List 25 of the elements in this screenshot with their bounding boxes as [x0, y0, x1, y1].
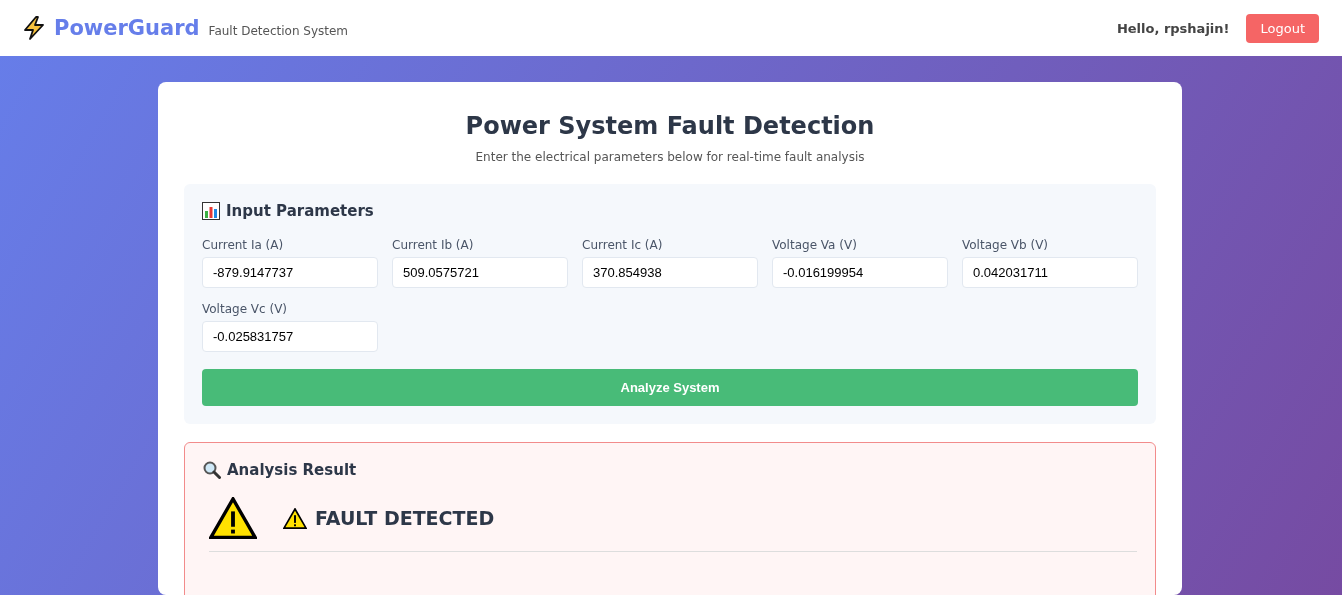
field-label: Voltage Vc (V): [202, 302, 289, 316]
input-field[interactable]: -0.016199954: [772, 257, 948, 288]
bar-chart-icon: [202, 202, 220, 220]
field-label: Voltage Vb (V): [962, 238, 1050, 252]
field-label: Current Ib (A): [392, 238, 475, 252]
large-warning-icon: [209, 497, 257, 540]
brand-tagline: Fault Detection System: [208, 24, 349, 38]
page-subtitle: Enter the electrical parameters below for real-time fault analysis: [474, 150, 866, 164]
brand-name: PowerGuard: [54, 16, 200, 40]
warning-icon: [283, 507, 307, 529]
user-greeting: Hello, rpshajin!: [1116, 20, 1230, 36]
page-title: Power System Fault Detection: [464, 112, 876, 140]
field-label: Voltage Va (V): [772, 238, 858, 252]
search-icon: [203, 461, 221, 479]
input-field[interactable]: -879.9147737: [202, 257, 378, 288]
field-label: Current Ic (A): [582, 238, 664, 252]
result-status: FAULT DETECTED: [315, 507, 495, 530]
input-field[interactable]: -0.025831757: [202, 321, 378, 352]
input-field[interactable]: 370.854938: [582, 257, 758, 288]
field-label: Current Ia (A): [202, 238, 285, 252]
result-title: Analysis Result: [227, 461, 357, 479]
panel-title: Input Parameters: [226, 202, 374, 220]
lightning-icon: [22, 16, 46, 40]
input-field[interactable]: 0.042031711: [962, 257, 1138, 288]
input-field[interactable]: 509.0575721: [392, 257, 568, 288]
